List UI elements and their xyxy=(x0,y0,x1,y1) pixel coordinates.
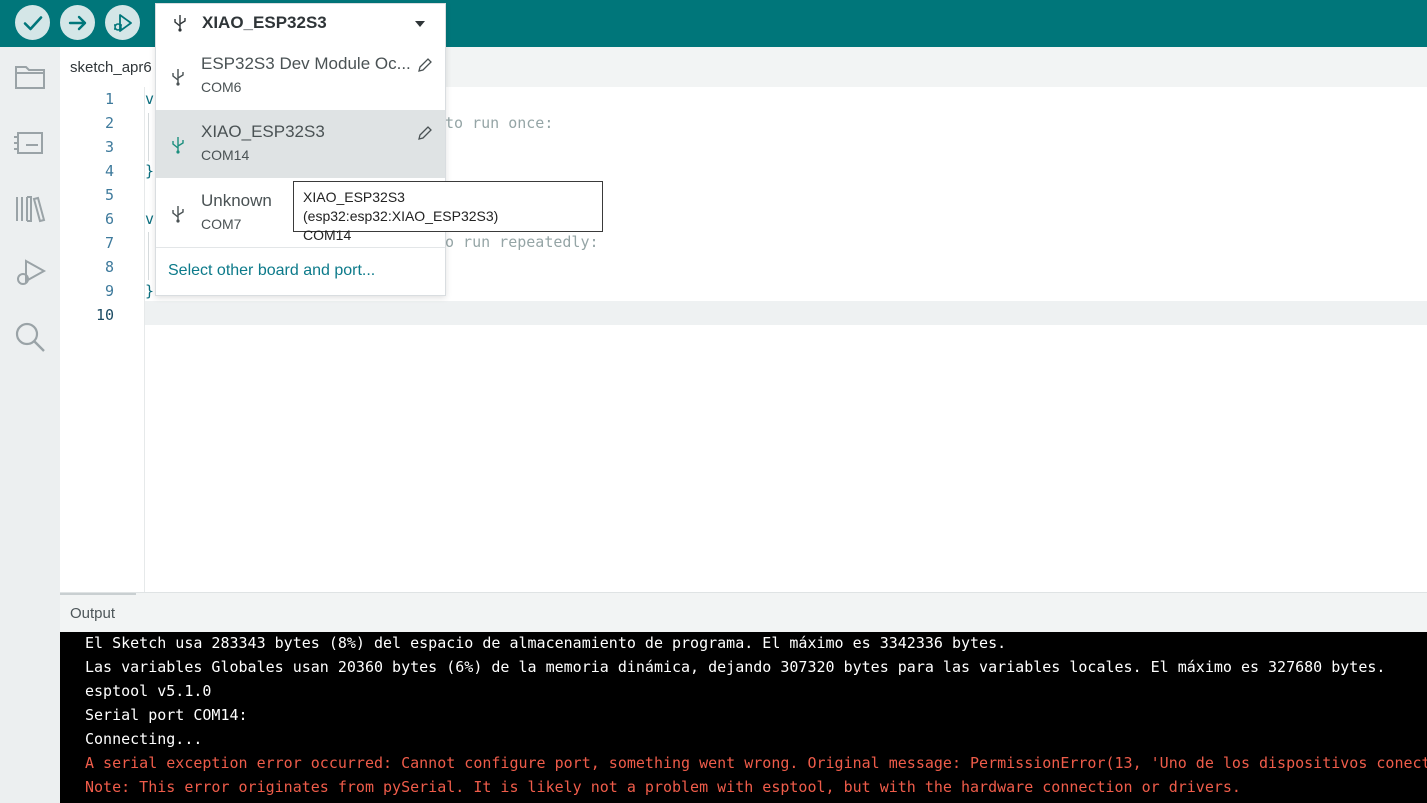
line-number: 9 xyxy=(104,282,114,300)
line-number: 1 xyxy=(104,90,114,108)
usb-icon xyxy=(174,15,186,32)
line-number: 10 xyxy=(95,306,114,324)
selected-board-label: XIAO_ESP32S3 xyxy=(202,13,327,32)
output-title[interactable]: Output xyxy=(70,605,115,622)
usb-icon xyxy=(172,69,184,86)
board-selector-header[interactable]: XIAO_ESP32S3 xyxy=(156,4,445,42)
board-option-name: XIAO_ESP32S3 xyxy=(201,122,325,141)
line-number: 7 xyxy=(104,234,114,252)
console-line: Las variables Globales usan 20360 bytes … xyxy=(85,658,1386,676)
board-option-port: COM6 xyxy=(201,79,242,95)
dropdown-divider xyxy=(156,247,445,248)
line-number: 4 xyxy=(104,162,114,180)
tooltip-port: COM14 xyxy=(303,227,352,243)
console-line: Serial port COM14: xyxy=(85,706,248,724)
line-number: 3 xyxy=(104,138,114,156)
debug-play-icon xyxy=(113,13,132,32)
board-option-port: COM7 xyxy=(201,216,242,232)
pencil-icon[interactable] xyxy=(416,124,434,142)
tab-sketch[interactable]: sketch_apr6 xyxy=(60,47,162,87)
board-manager-icon[interactable] xyxy=(12,125,48,161)
code-line: v xyxy=(145,210,155,228)
output-console[interactable]: El Sketch usa 283343 bytes (8%) del espa… xyxy=(60,632,1427,803)
board-option-port: COM14 xyxy=(201,147,250,163)
upload-button[interactable] xyxy=(60,5,95,40)
verify-button[interactable] xyxy=(15,5,50,40)
board-option[interactable]: XIAO_ESP32S3 COM14 xyxy=(156,110,445,178)
select-other-board-link[interactable]: Select other board and port... xyxy=(168,262,375,280)
indent-guide xyxy=(148,113,149,161)
library-icon[interactable] xyxy=(12,191,48,227)
board-option-name: Unknown xyxy=(201,191,272,210)
board-option[interactable]: ESP32S3 Dev Module Oc... COM6 xyxy=(156,42,445,110)
debug-button[interactable] xyxy=(105,5,140,40)
arrow-right-icon xyxy=(68,15,86,30)
usb-icon xyxy=(172,206,184,223)
current-line-highlight xyxy=(145,301,1427,325)
code-line: v xyxy=(145,90,155,108)
line-number: 8 xyxy=(104,258,114,276)
debug-icon[interactable] xyxy=(12,255,48,291)
board-selector-dropdown[interactable]: XIAO_ESP32S3 ESP32S3 Dev Module Oc... CO… xyxy=(155,3,446,296)
folder-icon[interactable] xyxy=(12,59,48,95)
console-line: esptool v5.1.0 xyxy=(85,682,212,700)
console-line: El Sketch usa 283343 bytes (8%) del espa… xyxy=(85,634,1007,652)
line-number-gutter: 1 2 3 4 5 6 7 8 9 10 xyxy=(60,87,145,592)
left-sidebar xyxy=(0,47,60,803)
console-error-line: A serial exception error occurred: Canno… xyxy=(85,754,1427,772)
code-line: } xyxy=(145,162,155,180)
console-error-line: Note: This error originates from pySeria… xyxy=(85,778,1241,796)
console-line: Connecting... xyxy=(85,730,203,748)
code-line: } xyxy=(145,282,155,300)
tooltip-board-fqbn: XIAO_ESP32S3 (esp32:esp32:XIAO_ESP32S3) xyxy=(303,189,499,224)
line-number: 2 xyxy=(104,114,114,132)
board-option-name: ESP32S3 Dev Module Oc... xyxy=(201,54,411,73)
chevron-down-icon xyxy=(415,21,425,27)
usb-icon xyxy=(172,137,184,154)
indent-guide xyxy=(148,232,149,280)
line-number: 5 xyxy=(104,186,114,204)
output-panel-header: Output xyxy=(60,592,1427,633)
checkmark-icon xyxy=(23,15,42,30)
line-number: 6 xyxy=(104,210,114,228)
code-comment: to run once: xyxy=(445,114,554,132)
pencil-icon[interactable] xyxy=(416,56,434,74)
search-icon[interactable] xyxy=(12,319,48,355)
output-tab-indicator xyxy=(60,593,136,595)
board-tooltip: XIAO_ESP32S3 (esp32:esp32:XIAO_ESP32S3) … xyxy=(293,181,603,243)
